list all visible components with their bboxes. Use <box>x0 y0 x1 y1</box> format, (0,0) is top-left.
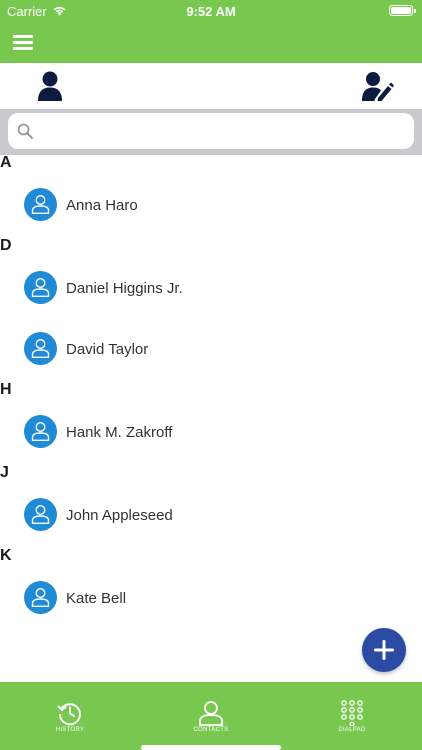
section-header: J <box>0 464 9 481</box>
nav-contacts-label: CONTACTS <box>193 727 229 733</box>
bottom-nav: HISTORY CONTACTS DIALPAD <box>0 682 422 750</box>
hamburger-menu-icon[interactable] <box>13 33 35 51</box>
person-icon <box>31 338 50 358</box>
contact-row[interactable]: David Taylor <box>0 315 422 376</box>
contact-name: David Taylor <box>66 341 149 358</box>
nav-history[interactable]: HISTORY <box>0 682 140 750</box>
search-bar <box>0 109 422 155</box>
history-icon <box>57 703 81 726</box>
avatar <box>24 271 57 304</box>
home-indicator <box>141 745 281 750</box>
section-header: K <box>0 547 12 564</box>
clock-label: 9:52 AM <box>186 4 236 19</box>
nav-dialpad-label: DIALPAD <box>338 727 366 733</box>
search-input[interactable] <box>40 113 400 149</box>
avatar <box>24 581 57 614</box>
nav-dialpad[interactable]: DIALPAD <box>282 682 422 750</box>
contact-row[interactable]: Hank M. Zakroff <box>0 398 422 459</box>
nav-contacts[interactable]: CONTACTS <box>141 682 281 750</box>
nav-history-label: HISTORY <box>55 727 85 733</box>
person-icon[interactable] <box>36 71 64 101</box>
person-icon <box>31 587 50 607</box>
status-bar: Carrier 9:52 AM <box>0 0 422 22</box>
contact-name: Kate Bell <box>66 590 127 607</box>
battery-icon <box>389 5 416 16</box>
avatar <box>24 415 57 448</box>
contact-name: John Appleseed <box>66 507 173 524</box>
contact-row[interactable]: Daniel Higgins Jr. <box>0 254 422 315</box>
contact-name: Anna Haro <box>66 197 138 214</box>
search-field[interactable] <box>8 113 414 149</box>
person-icon <box>31 421 50 441</box>
avatar <box>24 498 57 531</box>
avatar <box>24 188 57 221</box>
contact-row[interactable]: Kate Bell <box>0 564 422 625</box>
contact-list: A Anna Haro D Daniel Higgins Jr. David Taylo… <box>0 155 422 631</box>
section-header: H <box>0 381 12 398</box>
person-icon <box>31 194 50 214</box>
contact-name: Hank M. Zakroff <box>66 424 173 441</box>
search-icon <box>17 123 33 139</box>
avatar <box>24 332 57 365</box>
section-header: D <box>0 237 12 254</box>
person-outline-icon <box>199 701 223 726</box>
contact-name: Daniel Higgins Jr. <box>66 280 183 297</box>
contact-row[interactable]: Anna Haro <box>0 171 422 232</box>
person-edit-icon[interactable] <box>362 71 394 101</box>
add-contact-button[interactable] <box>362 628 406 672</box>
contact-tabs <box>0 63 422 109</box>
plus-icon <box>374 640 394 660</box>
section-header: A <box>0 154 12 171</box>
contact-row[interactable]: John Appleseed <box>0 481 422 542</box>
person-icon <box>31 277 50 297</box>
dialpad-icon <box>341 700 363 726</box>
person-icon <box>31 504 50 524</box>
